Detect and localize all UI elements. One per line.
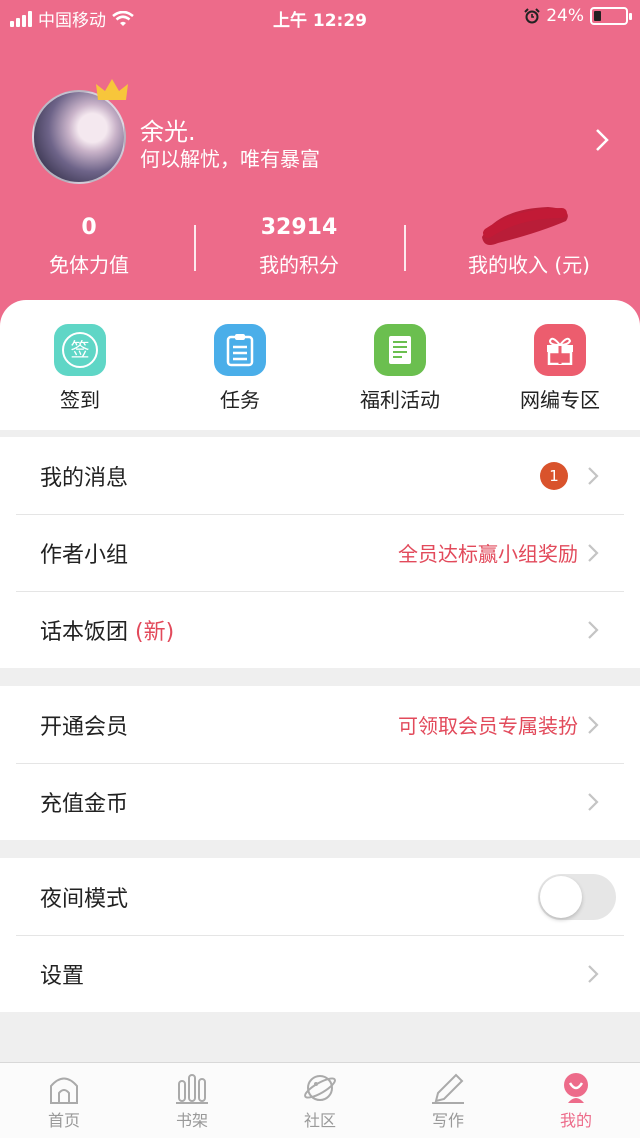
menu-item-label: 开通会员 [40,714,129,740]
menu-item-hint: 全员达标赢小组奖励 [398,542,578,566]
tab-label: 我的 [559,1111,592,1130]
redaction-scribble [482,207,568,245]
profile-name[interactable]: 余光. [140,112,196,147]
menu-group-main: 我的消息 1 作者小组 全员达标赢小组奖励 话本饭团 (新) [0,437,640,668]
alarm-icon [524,8,540,24]
chevron-right-icon [588,792,599,811]
menu-item-label: 设置 [40,963,85,989]
profile-signature: 何以解忧，唯有暴富 [140,147,320,171]
document-icon [374,324,426,376]
menu-group-preferences: 夜间模式 设置 [0,858,640,1012]
menu-item-settings[interactable]: 设置 [0,935,640,1012]
crown-icon [96,79,128,100]
quick-action-sign-in[interactable]: 签 签到 [0,324,160,413]
pen-icon [432,1073,464,1104]
battery-percent: 24% [546,6,584,26]
menu-item-label: 作者小组 [40,542,129,568]
tab-label: 首页 [47,1111,80,1130]
stat-stamina-label: 免体力值 [49,253,129,277]
status-bar: 中国移动 上午 12:29 24% [0,0,640,34]
tab-label: 社区 [303,1111,336,1130]
stat-points-value: 32914 [260,215,338,240]
menu-item-label: 夜间模式 [40,886,129,912]
tab-write[interactable]: 写作 [384,1071,512,1131]
menu-item-night-mode: 夜间模式 [0,858,640,935]
menu-item-huaben[interactable]: 话本饭团 (新) [0,591,640,668]
night-mode-toggle[interactable] [538,873,616,920]
quick-action-label: 任务 [220,388,260,412]
menu-item-label: 我的消息 [40,465,129,491]
tab-bar: 首页 书架 社区 写作 我的 [0,1062,640,1138]
quick-action-label: 签到 [60,388,100,412]
quick-action-benefits[interactable]: 福利活动 [320,324,480,413]
bookshelf-icon [176,1074,208,1104]
toggle-knob [540,875,582,918]
menu-item-vip[interactable]: 开通会员 可领取会员专属装扮 [0,686,640,763]
menu-item-recharge[interactable]: 充值金币 [0,763,640,840]
battery-icon [590,7,632,25]
menu-item-label: 充值金币 [40,791,129,817]
planet-icon [304,1075,336,1101]
quick-action-label: 网编专区 [520,388,600,412]
chevron-right-icon [588,543,599,562]
chevron-right-icon [588,964,599,983]
menu-item-author-group[interactable]: 作者小组 全员达标赢小组奖励 [0,514,640,591]
tab-home[interactable]: 首页 [0,1071,128,1131]
stat-points[interactable]: 32914 我的积分 [194,215,404,278]
gift-icon [534,324,586,376]
profile-chevron-right-icon[interactable] [592,126,612,154]
stat-divider [404,225,406,271]
sign-in-icon: 签 [54,324,106,376]
menu-item-messages[interactable]: 我的消息 1 [0,437,640,514]
tab-label: 书架 [175,1111,208,1130]
profile-icon [564,1073,588,1103]
home-icon [50,1077,78,1104]
stat-income-label: 我的收入 (元) [468,253,590,277]
tab-bookshelf[interactable]: 书架 [128,1071,256,1131]
task-list-icon [214,324,266,376]
menu-item-label: 话本饭团 [40,619,135,645]
unread-badge: 1 [540,461,568,490]
chevron-right-icon [588,620,599,639]
quick-action-label: 福利活动 [360,388,440,412]
quick-actions: 签 签到 任务 福利活动 网编专区 [0,300,640,430]
tab-community[interactable]: 社区 [256,1071,384,1131]
menu-group-account: 开通会员 可领取会员专属装扮 充值金币 [0,686,640,840]
chevron-right-icon [588,466,599,485]
new-tag: (新) [135,619,175,645]
stat-stamina-value: 0 [81,215,97,240]
tab-mine[interactable]: 我的 [512,1071,640,1131]
quick-action-editor-zone[interactable]: 网编专区 [480,324,640,413]
stat-stamina[interactable]: 0 免体力值 [0,215,194,278]
menu-item-hint: 可领取会员专属装扮 [398,714,578,738]
sign-in-glyph: 签 [62,332,98,368]
quick-action-tasks[interactable]: 任务 [160,324,320,413]
stat-points-label: 我的积分 [259,253,339,277]
tab-label: 写作 [431,1111,464,1130]
menu-item-label-wrap: 话本饭团 (新) [40,614,174,646]
chevron-right-icon [588,715,599,734]
profile-header: 中国移动 上午 12:29 24% 余光. 何以解忧，唯有暴富 0 免体力值 3… [0,0,640,340]
